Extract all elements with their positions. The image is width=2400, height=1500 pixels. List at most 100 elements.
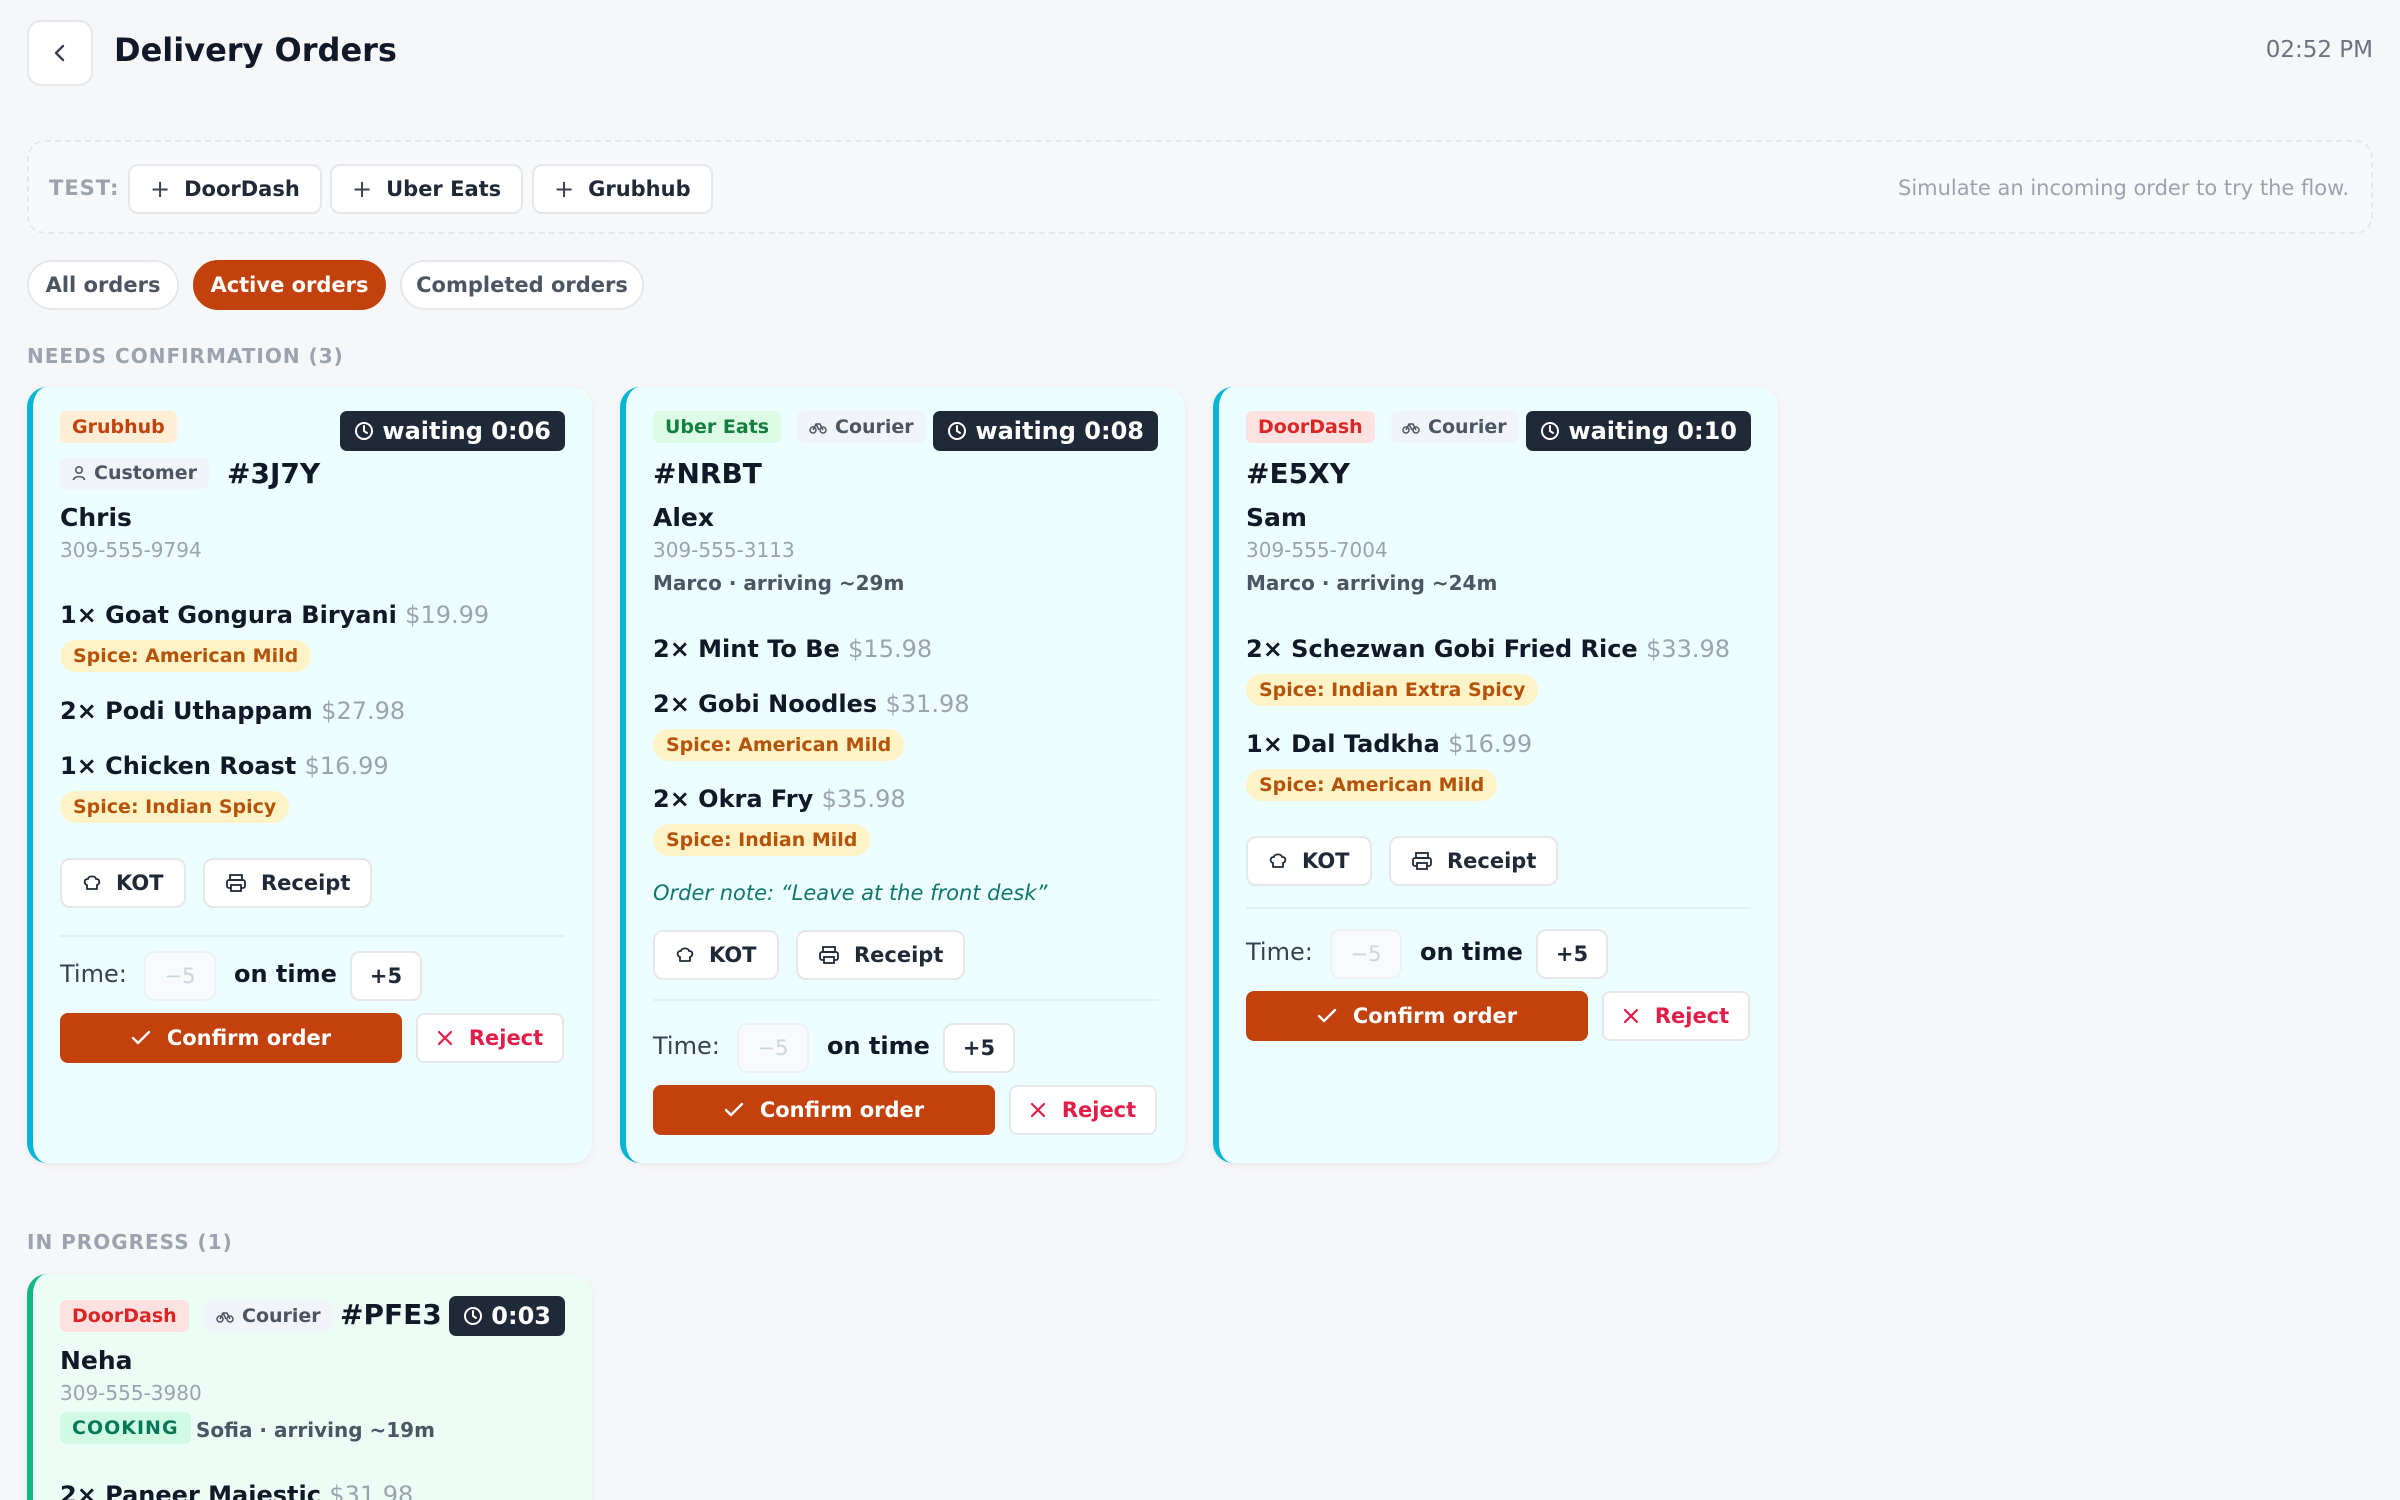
test-bar: TEST: + DoorDash + Uber Eats + Grubhub S… — [27, 140, 2373, 234]
courier-info: Sofia · arriving ~19m — [196, 1418, 435, 1442]
receipt-label: Receipt — [261, 871, 351, 895]
item-name: 2× Podi Uthappam — [60, 697, 313, 725]
printer-icon — [226, 874, 246, 892]
plus-icon: + — [352, 175, 373, 203]
order-note: Order note: “Leave at the front desk” — [653, 881, 1048, 905]
time-plus-button[interactable]: +5 — [1536, 929, 1608, 979]
customer-name: Sam — [1246, 503, 1307, 532]
time-plus-button[interactable]: +5 — [350, 951, 422, 1001]
kot-button[interactable]: KOT — [60, 858, 186, 908]
back-button[interactable] — [27, 20, 93, 86]
time-minus-button[interactable]: −5 — [144, 951, 216, 1001]
time-label: Time: — [653, 1032, 720, 1060]
time-plus-button[interactable]: +5 — [943, 1023, 1015, 1073]
reject-button[interactable]: Reject — [1009, 1085, 1157, 1135]
item-name: 2× Okra Fry — [653, 785, 814, 813]
time-status: on time — [1420, 938, 1523, 966]
check-icon — [724, 1102, 744, 1117]
role-label: Customer — [94, 462, 197, 484]
filter-completed-orders[interactable]: Completed orders — [400, 260, 644, 310]
kot-button[interactable]: KOT — [653, 930, 779, 980]
confirm-label: Confirm order — [166, 1026, 332, 1050]
filter-all-orders[interactable]: All orders — [27, 260, 179, 310]
role-badge: Customer — [60, 457, 209, 489]
page-title: Delivery Orders — [114, 31, 397, 69]
kot-label: KOT — [116, 871, 164, 895]
time-minus-button[interactable]: −5 — [1330, 929, 1402, 979]
receipt-button[interactable]: Receipt — [1389, 836, 1559, 886]
divider — [60, 935, 565, 937]
reject-label: Reject — [1061, 1098, 1137, 1122]
section-needs-confirmation: NEEDS CONFIRMATION (3) — [27, 344, 344, 368]
test-hint: Simulate an incoming order to try the fl… — [1898, 176, 2349, 200]
reject-button[interactable]: Reject — [1602, 991, 1750, 1041]
kot-label: KOT — [709, 943, 757, 967]
waiting-timer: waiting 0:06 — [340, 411, 565, 451]
reject-label: Reject — [468, 1026, 544, 1050]
order-id: #NRBT — [653, 457, 762, 490]
clock: 02:52 PM — [2265, 37, 2373, 63]
status-badge: COOKING — [60, 1412, 191, 1444]
receipt-button[interactable]: Receipt — [796, 930, 966, 980]
receipt-label: Receipt — [854, 943, 944, 967]
order-item: 1× Chicken Roast $16.99 — [60, 752, 389, 780]
item-price: $19.99 — [405, 601, 490, 629]
timer-text: 0:03 — [491, 1302, 551, 1330]
item-name: 1× Dal Tadkha — [1246, 730, 1440, 758]
receipt-label: Receipt — [1447, 849, 1537, 873]
kot-label: KOT — [1302, 849, 1350, 873]
clock-icon — [355, 422, 374, 440]
item-name: 2× Paneer Majestic — [60, 1481, 321, 1500]
order-item: 1× Dal Tadkha $16.99 — [1246, 730, 1532, 758]
spice-tag: Spice: American Mild — [1246, 769, 1498, 801]
item-name: 2× Mint To Be — [653, 635, 840, 663]
receipt-button[interactable]: Receipt — [203, 858, 373, 908]
order-item: 2× Podi Uthappam $27.98 — [60, 697, 405, 725]
clock-icon — [1541, 422, 1560, 440]
elapsed-timer: 0:03 — [449, 1296, 565, 1336]
item-name: 2× Schezwan Gobi Fried Rice — [1246, 635, 1638, 663]
filter-active-orders[interactable]: Active orders — [193, 260, 386, 310]
chevron-left-icon — [54, 44, 65, 62]
order-card[interactable]: DoorDash Courier waiting 0:10 #E5XY Sam … — [1213, 387, 1778, 1163]
time-minus-button[interactable]: −5 — [737, 1023, 809, 1073]
order-item: 2× Schezwan Gobi Fried Rice $33.98 — [1246, 635, 1730, 663]
test-button-label: Uber Eats — [386, 177, 502, 201]
order-item: 2× Okra Fry $35.98 — [653, 785, 906, 813]
confirm-order-button[interactable]: Confirm order — [60, 1013, 402, 1063]
confirm-order-button[interactable]: Confirm order — [653, 1085, 995, 1135]
item-price: $15.98 — [848, 635, 933, 663]
printer-icon — [819, 946, 839, 964]
order-item: 1× Goat Gongura Biryani $19.99 — [60, 601, 489, 629]
bike-icon — [809, 423, 827, 434]
item-name: 1× Goat Gongura Biryani — [60, 601, 397, 629]
order-card[interactable]: Grubhub waiting 0:06 Customer #3J7Y Chri… — [27, 387, 592, 1163]
order-card[interactable]: DoorDash Courier #PFE3 0:03 Neha 309-555… — [27, 1274, 592, 1500]
item-price: $31.98 — [329, 1481, 414, 1500]
test-doordash-button[interactable]: + DoorDash — [128, 164, 322, 214]
time-status: on time — [234, 960, 337, 988]
role-label: Courier — [835, 416, 914, 438]
spice-tag: Spice: Indian Spicy — [60, 791, 290, 823]
chef-hat-icon — [676, 947, 694, 962]
spice-tag: Spice: American Mild — [653, 729, 905, 761]
divider — [1246, 907, 1751, 909]
role-badge: Courier — [797, 411, 926, 443]
reject-button[interactable]: Reject — [416, 1013, 564, 1063]
role-badge: Courier — [204, 1300, 333, 1332]
kot-button[interactable]: KOT — [1246, 836, 1372, 886]
confirm-order-button[interactable]: Confirm order — [1246, 991, 1588, 1041]
order-card[interactable]: Uber Eats Courier waiting 0:08 #NRBT Ale… — [620, 387, 1185, 1163]
test-button-label: DoorDash — [184, 177, 300, 201]
test-grubhub-button[interactable]: + Grubhub — [532, 164, 713, 214]
item-price: $31.98 — [885, 690, 970, 718]
header: Delivery Orders 02:52 PM — [27, 20, 2373, 86]
customer-phone: 309-555-3113 — [653, 538, 795, 562]
chef-hat-icon — [83, 875, 101, 890]
time-label: Time: — [1246, 938, 1313, 966]
printer-icon — [1412, 852, 1432, 870]
check-icon — [131, 1030, 151, 1045]
test-ubereats-button[interactable]: + Uber Eats — [330, 164, 524, 214]
courier-info: Marco · arriving ~29m — [653, 571, 905, 595]
divider — [653, 999, 1158, 1001]
